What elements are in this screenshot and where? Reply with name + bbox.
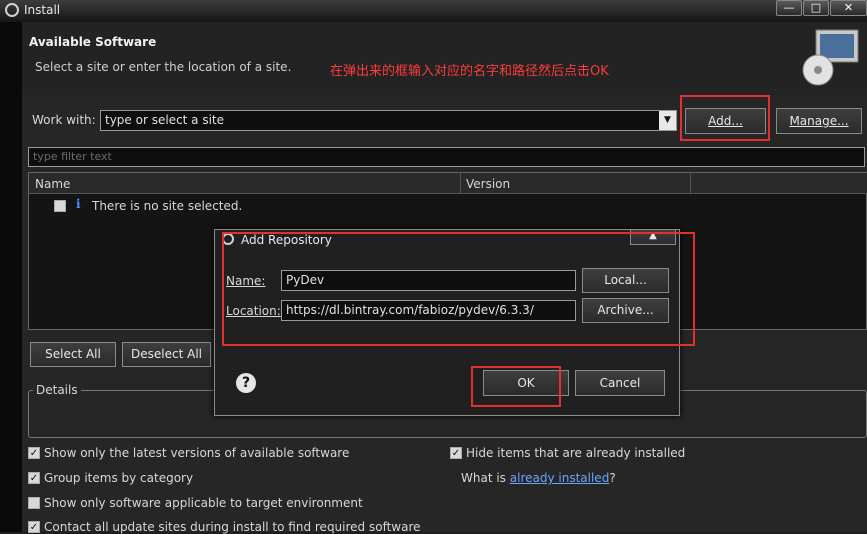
maximize-button[interactable]: □	[803, 0, 829, 16]
column-name[interactable]: Name	[35, 177, 70, 191]
annotation-text: 在弹出来的框输入对应的名字和路径然后点击OK	[330, 64, 609, 79]
chevron-down-icon[interactable]: ▼	[659, 111, 676, 130]
table-header	[29, 173, 867, 194]
help-icon[interactable]: ?	[236, 373, 256, 393]
manage-button[interactable]: Manage...	[776, 108, 862, 134]
applicable-only-checkbox[interactable]	[28, 497, 40, 509]
work-with-combo[interactable]: type or select a site	[100, 110, 677, 131]
details-label: Details	[33, 383, 81, 397]
install-wizard-icon	[800, 28, 862, 88]
latest-versions-checkbox[interactable]: ✓	[28, 447, 40, 459]
filter-input[interactable]: type filter text	[28, 147, 865, 167]
window-title: Install	[24, 3, 61, 17]
close-window-button[interactable]: ✕	[830, 0, 867, 16]
applicable-only-label: Show only software applicable to target …	[44, 496, 363, 510]
deselect-all-button[interactable]: Deselect All	[122, 342, 211, 367]
manage-button-label: Manage...	[789, 114, 849, 128]
column-divider	[460, 173, 461, 194]
already-installed-link[interactable]: already installed	[510, 471, 610, 485]
column-divider	[690, 173, 691, 194]
row-checkbox[interactable]	[54, 200, 66, 212]
hide-installed-label: Hide items that are already installed	[466, 446, 686, 460]
eclipse-icon	[5, 3, 19, 17]
left-edge	[0, 22, 22, 532]
page-title: Available Software	[29, 35, 157, 49]
work-with-label: Work with:	[32, 113, 96, 127]
column-version[interactable]: Version	[466, 177, 510, 191]
wizard-header	[22, 22, 867, 95]
already-installed-row: What is already installed?	[461, 471, 616, 485]
info-icon: i	[76, 197, 81, 211]
group-by-category-checkbox[interactable]: ✓	[28, 472, 40, 484]
add-highlight-box	[680, 95, 770, 141]
page-subtitle: Select a site or enter the location of a…	[35, 60, 292, 74]
question-text: ?	[609, 471, 616, 485]
fields-highlight-box	[222, 232, 695, 346]
empty-message: There is no site selected.	[92, 199, 243, 213]
title-bar	[0, 0, 867, 22]
what-is-text: What is	[461, 471, 506, 485]
ok-highlight-box	[471, 366, 561, 407]
hide-installed-checkbox[interactable]: ✓	[450, 447, 462, 459]
latest-versions-label: Show only the latest versions of availab…	[44, 446, 350, 460]
contact-all-checkbox[interactable]: ✓	[28, 521, 40, 533]
cancel-button[interactable]: Cancel	[575, 370, 665, 396]
minimize-button[interactable]: —	[776, 0, 802, 16]
group-by-category-label: Group items by category	[44, 471, 194, 485]
select-all-button[interactable]: Select All	[30, 342, 116, 367]
